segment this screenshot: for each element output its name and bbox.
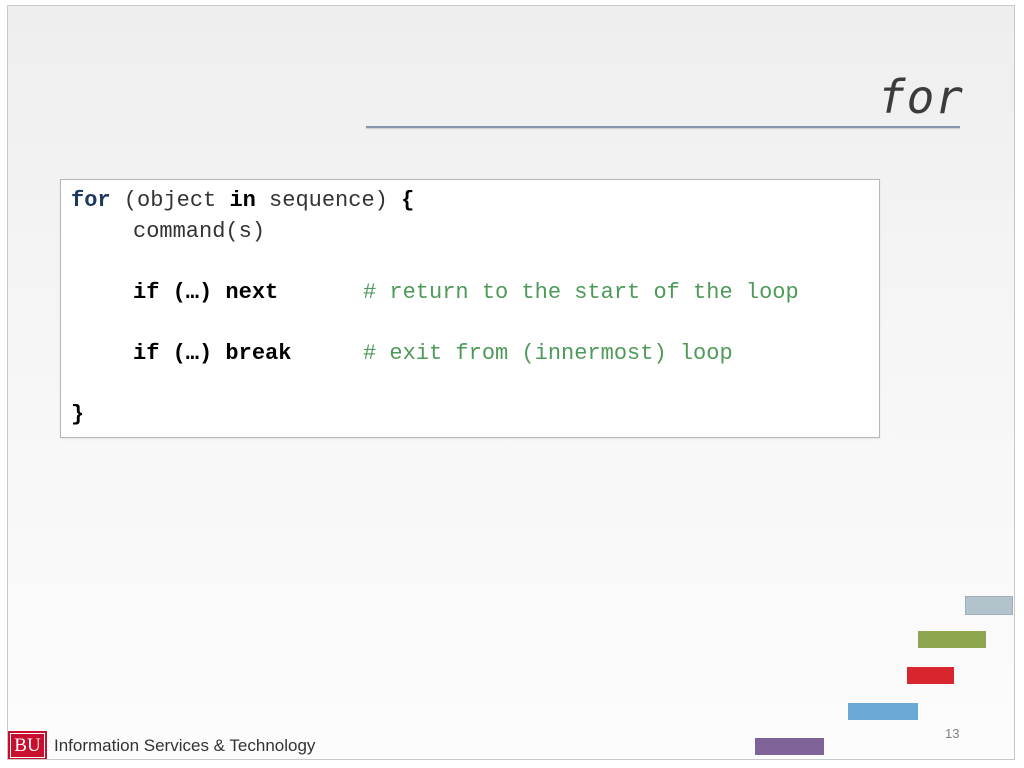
slide: for for (object in sequence) { command(s… [7, 5, 1015, 760]
title-underline [366, 126, 960, 128]
comment-break: # exit from (innermost) loop [363, 341, 733, 366]
code-line-2: command(s) [133, 219, 266, 244]
keyword-in: in [229, 188, 256, 213]
code-line-1: for (object in sequence) { [71, 188, 414, 214]
code-block: for (object in sequence) { command(s) if… [60, 179, 880, 438]
code-line-4: if (…) break [133, 341, 291, 367]
code-text: sequence) [255, 188, 402, 213]
keyword-for: for [71, 188, 111, 213]
decor-bar-grey [965, 596, 1013, 615]
keyword-if: if (…) [133, 341, 213, 366]
page-number: 13 [945, 726, 960, 741]
keyword-next: next [212, 280, 279, 305]
slide-title: for [877, 70, 964, 124]
decor-bar-red [907, 667, 954, 684]
close-brace: } [71, 402, 85, 427]
decor-bar-blue [848, 703, 918, 720]
keyword-break: break [212, 341, 292, 366]
keyword-if: if (…) [133, 280, 213, 305]
open-brace: { [401, 188, 415, 213]
code-line-3: if (…) next [133, 280, 278, 306]
decor-bar-purple [755, 738, 824, 755]
comment-next: # return to the start of the loop [363, 280, 799, 305]
bu-logo: BU [8, 731, 47, 759]
decor-bar-green [918, 631, 986, 648]
org-name: Information Services & Technology [54, 736, 316, 755]
code-text: (object [110, 188, 230, 213]
